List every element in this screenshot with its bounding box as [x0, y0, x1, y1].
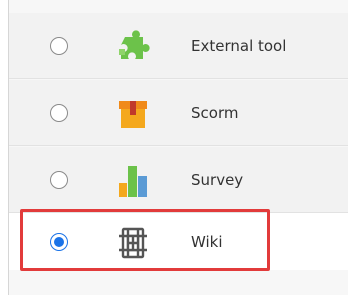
radio-external-tool[interactable] [50, 36, 68, 55]
activity-option-wiki[interactable]: Wiki [9, 213, 348, 270]
radio-wiki[interactable] [50, 232, 68, 251]
activity-option-survey[interactable]: Survey [9, 147, 348, 213]
bar-chart-icon [115, 163, 151, 199]
package-box-icon [115, 96, 151, 132]
puzzle-piece-icon [115, 29, 151, 65]
activity-option-external-tool[interactable]: External tool [9, 13, 348, 79]
activity-label: External tool [191, 36, 287, 55]
activity-label: Wiki [191, 232, 223, 251]
wiki-knot-icon [115, 225, 151, 261]
activity-option-scorm[interactable]: Scorm [9, 80, 348, 146]
activity-chooser-list: External tool Scorm Survey Wiki [8, 0, 348, 295]
radio-survey[interactable] [50, 170, 68, 189]
activity-label: Survey [191, 170, 244, 189]
radio-scorm[interactable] [50, 103, 68, 122]
activity-label: Scorm [191, 103, 239, 122]
